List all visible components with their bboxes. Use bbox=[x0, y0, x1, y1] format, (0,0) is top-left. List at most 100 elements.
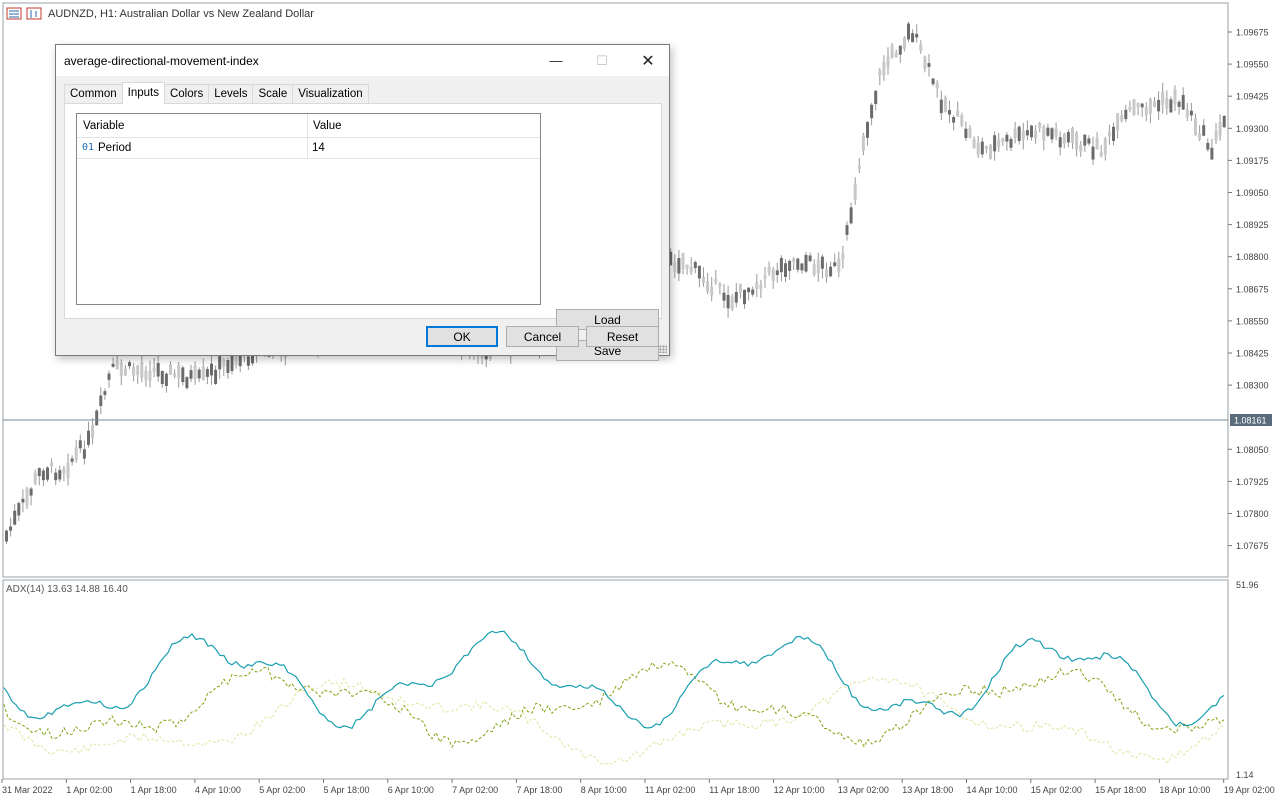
price-axis: 1.09675 1.09550 1.09425 1.09300 1.09175 1.090… bbox=[1228, 28, 1269, 551]
candle-body bbox=[1112, 126, 1115, 141]
table-row[interactable]: 01 Period 14 bbox=[77, 138, 540, 159]
candle-body bbox=[894, 52, 898, 58]
candle-body bbox=[984, 145, 988, 150]
chart-type-icon[interactable] bbox=[26, 7, 42, 20]
candle-body bbox=[841, 253, 845, 260]
resize-grip-icon[interactable] bbox=[659, 345, 667, 353]
candle-body bbox=[939, 99, 943, 114]
candle-body bbox=[62, 468, 66, 474]
price-tick-label: 1.08675 bbox=[1236, 284, 1269, 294]
candle-body bbox=[968, 127, 972, 138]
candle-body bbox=[935, 82, 939, 89]
candle-body bbox=[960, 115, 964, 126]
candle-body bbox=[747, 287, 751, 293]
candle-body bbox=[103, 391, 107, 395]
candle-body bbox=[779, 258, 783, 273]
candle-body bbox=[41, 470, 45, 481]
candle-body bbox=[1214, 130, 1218, 141]
indicator-axis-min: 1.14 bbox=[1236, 770, 1254, 780]
maximize-icon: ☐ bbox=[596, 52, 608, 68]
candle-body bbox=[845, 225, 849, 235]
candle-body bbox=[1189, 110, 1193, 116]
candle-body bbox=[1103, 138, 1107, 155]
tab-common[interactable]: Common bbox=[64, 84, 123, 104]
candle-body bbox=[738, 283, 742, 293]
ok-button[interactable]: OK bbox=[426, 326, 498, 347]
candle-body bbox=[218, 356, 222, 370]
candle-body bbox=[21, 498, 25, 503]
tab-colors[interactable]: Colors bbox=[163, 84, 210, 104]
candle-body bbox=[685, 264, 689, 269]
candle-body bbox=[156, 363, 160, 377]
candle-body bbox=[673, 262, 677, 273]
time-tick-label: 1 Apr 18:00 bbox=[131, 785, 177, 795]
candle-body bbox=[136, 365, 140, 375]
candle-body bbox=[677, 258, 681, 274]
price-tick-label: 1.08925 bbox=[1236, 220, 1269, 230]
candle-body bbox=[948, 110, 951, 115]
candle-body bbox=[1062, 134, 1066, 144]
candle-body bbox=[1144, 107, 1148, 116]
candle-body bbox=[214, 369, 218, 384]
column-value[interactable]: Value bbox=[313, 120, 342, 132]
candle-body bbox=[931, 78, 935, 85]
candle-body bbox=[808, 255, 812, 262]
tab-levels[interactable]: Levels bbox=[208, 84, 254, 104]
candle-body bbox=[878, 70, 882, 76]
candle-body bbox=[1001, 138, 1005, 143]
candle-body bbox=[919, 44, 923, 51]
time-tick-label: 5 Apr 18:00 bbox=[324, 785, 370, 795]
candle-body bbox=[1054, 128, 1058, 137]
candle-body bbox=[870, 104, 874, 119]
candle-body bbox=[29, 488, 33, 496]
candle-body bbox=[915, 33, 919, 38]
time-tick-label: 15 Apr 18:00 bbox=[1095, 785, 1146, 795]
candle-body bbox=[751, 289, 755, 295]
price-tick-label: 1.08800 bbox=[1236, 252, 1269, 262]
candle-body bbox=[927, 63, 931, 67]
candle-body bbox=[763, 275, 767, 279]
candle-body bbox=[115, 359, 119, 370]
candle-body bbox=[1206, 142, 1210, 150]
candle-body bbox=[816, 259, 820, 274]
close-icon[interactable]: ✕ bbox=[625, 45, 671, 76]
candle-body bbox=[1087, 138, 1091, 144]
candle-body bbox=[907, 23, 910, 40]
row-variable-name: Period bbox=[98, 142, 132, 154]
candle-body bbox=[866, 121, 869, 138]
time-tick-label: 5 Apr 02:00 bbox=[259, 785, 305, 795]
candle-body bbox=[66, 462, 70, 479]
candle-body bbox=[37, 468, 41, 477]
time-tick-label: 8 Apr 10:00 bbox=[581, 785, 627, 795]
row-value[interactable]: 14 bbox=[312, 142, 325, 154]
minimize-icon[interactable]: — bbox=[533, 45, 579, 76]
candle-body bbox=[1128, 106, 1132, 110]
candle-body bbox=[837, 258, 841, 273]
tab-visualization[interactable]: Visualization bbox=[292, 84, 369, 104]
candle-body bbox=[1038, 122, 1042, 129]
candle-body bbox=[1050, 128, 1054, 140]
candle-body bbox=[173, 373, 177, 377]
chart-window-icon[interactable] bbox=[6, 7, 22, 20]
candle-body bbox=[177, 365, 181, 379]
candle-body bbox=[1120, 115, 1124, 122]
cancel-button[interactable]: Cancel bbox=[506, 326, 579, 347]
candle-body bbox=[972, 139, 976, 149]
candle-body bbox=[160, 370, 164, 385]
dialog-tabs: Common Inputs Colors Levels Scale Visual… bbox=[64, 82, 369, 104]
candle-body bbox=[1132, 99, 1136, 116]
candle-body bbox=[1107, 131, 1111, 137]
candle-body bbox=[1083, 134, 1087, 146]
dialog-titlebar[interactable]: average-directional-movement-index — ☐ ✕ bbox=[56, 45, 669, 76]
reset-button[interactable]: Reset bbox=[586, 326, 659, 347]
tab-inputs[interactable]: Inputs bbox=[121, 82, 165, 104]
candle-body bbox=[788, 260, 792, 271]
column-variable[interactable]: Variable bbox=[83, 120, 124, 132]
price-tick-label: 1.07675 bbox=[1236, 541, 1269, 551]
time-tick-label: 12 Apr 10:00 bbox=[774, 785, 825, 795]
candle-body bbox=[226, 360, 230, 373]
time-tick-label: 13 Apr 02:00 bbox=[838, 785, 889, 795]
candle-body bbox=[50, 462, 54, 467]
tab-scale[interactable]: Scale bbox=[252, 84, 294, 104]
candle-body bbox=[128, 362, 131, 367]
